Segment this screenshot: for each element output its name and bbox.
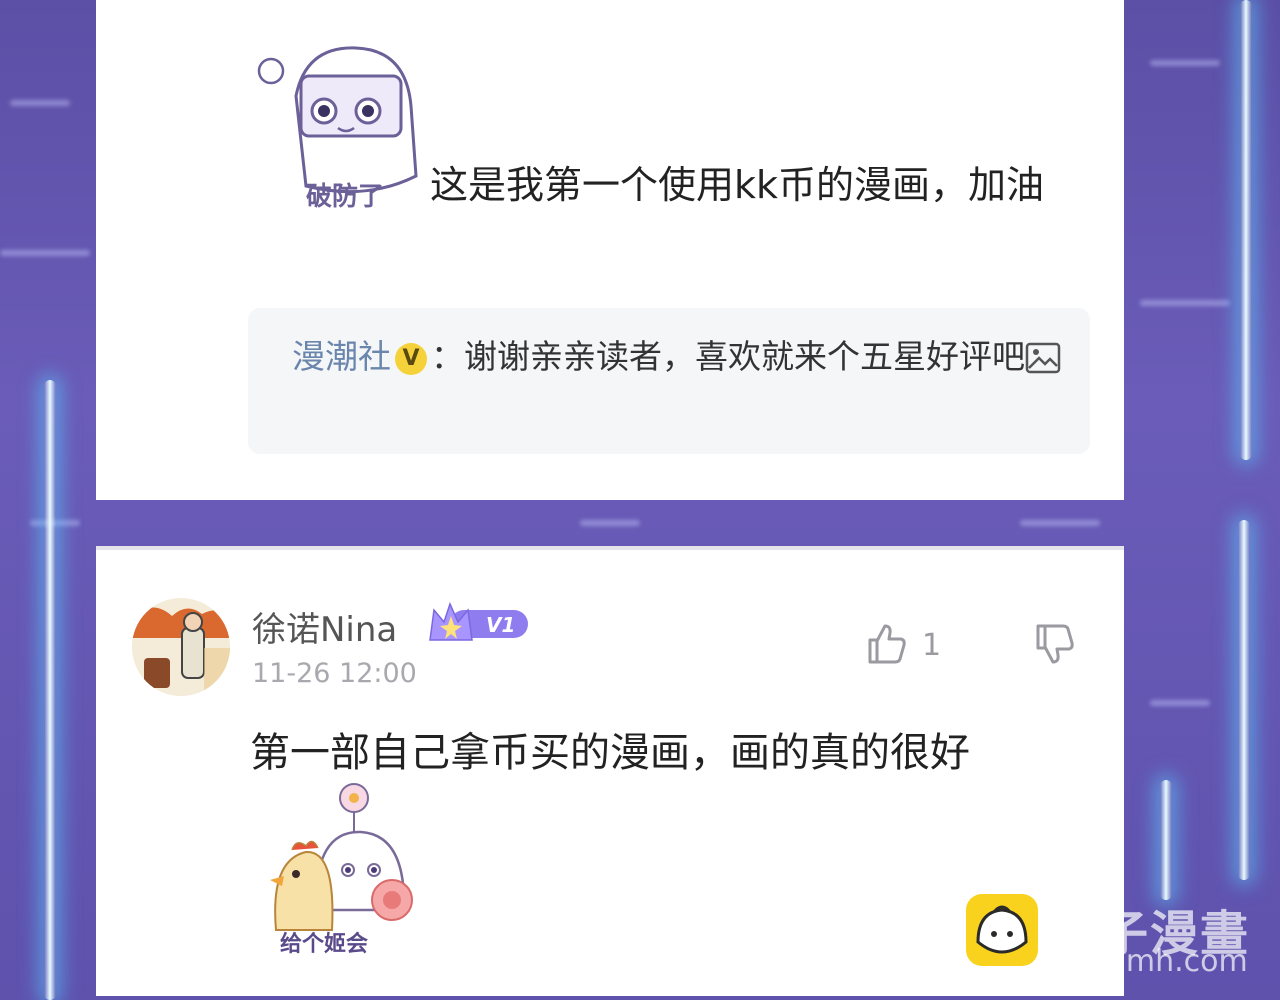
- like-count: 1: [922, 628, 942, 663]
- light-bar: [1238, 520, 1250, 880]
- light-streak: [1150, 700, 1210, 706]
- light-streak: [1020, 520, 1100, 526]
- light-streak: [0, 250, 90, 256]
- watermark-logo-icon: [964, 892, 1040, 972]
- svg-text:V1: V1: [486, 613, 515, 637]
- comment-text: 这是我第一个使用kk币的漫画，加油: [430, 163, 1045, 207]
- reply-separator: ：: [431, 337, 464, 376]
- thumbs-up-icon: [868, 624, 906, 664]
- avatar[interactable]: [132, 598, 230, 696]
- dislike-button[interactable]: [1032, 622, 1076, 670]
- watermark-url: baozimh.com: [1046, 944, 1248, 979]
- verified-badge: V: [395, 343, 427, 375]
- level-badge: V1: [426, 600, 530, 650]
- light-streak: [580, 520, 640, 526]
- author-reply[interactable]: 漫潮社 V ：谢谢亲亲读者，喜欢就来个五星好评吧: [248, 308, 1090, 454]
- light-bar: [44, 380, 56, 1000]
- timestamp: 11-26 12:00: [252, 658, 417, 689]
- reply-content: 漫潮社 V ：谢谢亲亲读者，喜欢就来个五星好评吧: [292, 332, 1072, 388]
- like-button[interactable]: [864, 622, 908, 670]
- comment-card: 破防了 这是我第一个使用kk币的漫画，加油 漫潮社 V ：谢谢亲亲读者，喜欢就来个五…: [96, 0, 1124, 500]
- light-bar: [1240, 0, 1252, 460]
- reply-author[interactable]: 漫潮社: [292, 337, 391, 376]
- light-streak: [1150, 60, 1220, 66]
- light-streak: [1140, 300, 1230, 306]
- username[interactable]: 徐诺Nina: [252, 602, 397, 651]
- image-icon[interactable]: [1025, 338, 1061, 388]
- comment-text: 第一部自己拿币买的漫画，画的真的很好: [250, 730, 970, 776]
- thumbs-down-icon: [1036, 624, 1074, 664]
- sticker-caption: 给个姬会: [280, 932, 369, 957]
- light-streak: [10, 100, 70, 106]
- light-bar: [1160, 780, 1172, 900]
- reply-text: 谢谢亲亲读者，喜欢就来个五星好评吧: [464, 337, 1025, 376]
